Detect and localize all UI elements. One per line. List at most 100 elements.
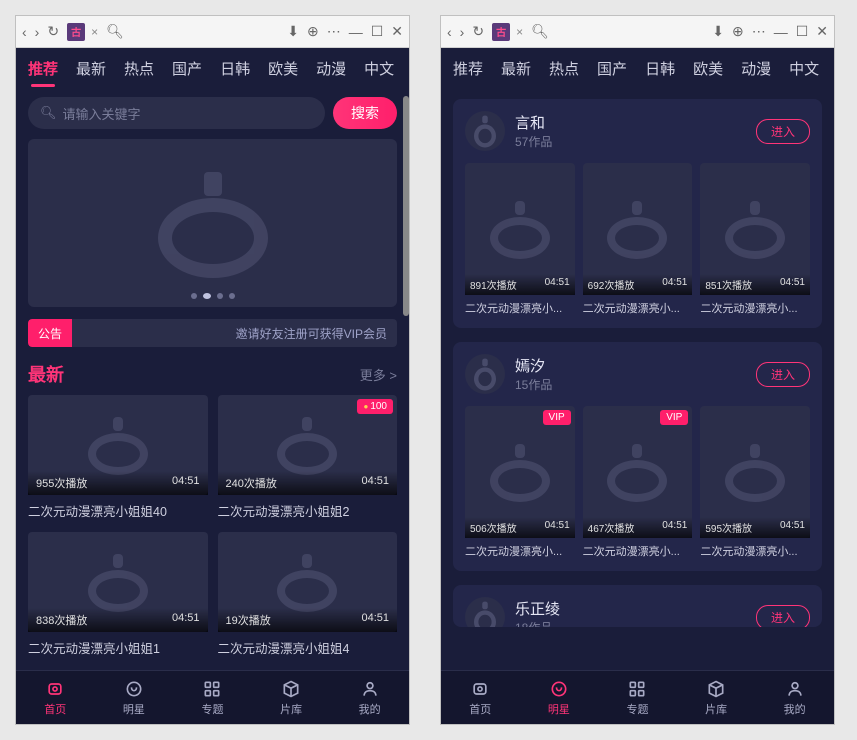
category-tab[interactable]: 欧美 <box>268 58 298 85</box>
user-icon <box>360 679 380 699</box>
category-tab[interactable]: 推荐 <box>453 58 483 85</box>
video-title: 二次元动漫漂亮小... <box>700 538 810 559</box>
box-icon <box>706 679 726 699</box>
nav-forward-icon[interactable]: › <box>35 24 40 40</box>
video-title: 二次元动漫漂亮小... <box>465 538 575 559</box>
video-card[interactable]: VIP 467次播放 04:51 二次元动漫漂亮小... <box>583 406 693 559</box>
category-tab[interactable]: 动漫 <box>316 58 346 85</box>
close-window-icon[interactable]: ✕ <box>391 23 403 40</box>
star-video-grid: 891次播放 04:51 二次元动漫漂亮小... 692次播放 04:51 <box>465 163 810 316</box>
nav-user[interactable]: 我的 <box>784 679 806 717</box>
tab-favicon: 古 <box>67 23 85 41</box>
nav-forward-icon[interactable]: › <box>460 24 465 40</box>
category-tab[interactable]: 国产 <box>172 58 202 85</box>
category-tab[interactable]: 日韩 <box>645 58 675 85</box>
category-tab[interactable]: 最新 <box>501 58 531 85</box>
minimize-icon[interactable]: — <box>774 24 788 40</box>
hero-carousel[interactable] <box>28 139 397 307</box>
close-tab-icon[interactable]: × <box>91 25 98 39</box>
search-button[interactable]: 搜索 <box>333 97 397 129</box>
thumb-meta: 506次播放 04:51 <box>465 517 575 538</box>
video-thumb: 891次播放 04:51 <box>465 163 575 295</box>
placeholder-logo-icon <box>474 601 496 628</box>
category-tab[interactable]: 热点 <box>124 58 154 85</box>
duration: 04:51 <box>545 520 570 535</box>
thumb-meta: 467次播放 04:51 <box>583 517 693 538</box>
download-icon[interactable]: ⬇ <box>712 23 724 40</box>
video-card[interactable]: 19次播放 04:51 二次元动漫漂亮小姐姐4 <box>218 532 398 659</box>
video-thumb: 595次播放 04:51 <box>700 406 810 538</box>
search-icon[interactable]: 🔍︎ <box>106 23 124 40</box>
video-thumb: 851次播放 04:51 <box>700 163 810 295</box>
video-card[interactable]: 891次播放 04:51 二次元动漫漂亮小... <box>465 163 575 316</box>
enter-button[interactable]: 进入 <box>756 605 810 628</box>
avatar[interactable] <box>465 597 505 627</box>
user-icon <box>785 679 805 699</box>
close-tab-icon[interactable]: × <box>516 25 523 39</box>
thumb-meta: 595次播放 04:51 <box>700 517 810 538</box>
search-icon[interactable]: 🔍︎ <box>531 23 549 40</box>
category-tab[interactable]: 推荐 <box>28 58 58 85</box>
nav-box[interactable]: 片库 <box>280 679 302 717</box>
placeholder-logo-icon <box>474 115 496 148</box>
category-tab[interactable]: 热点 <box>549 58 579 85</box>
category-tab[interactable]: 中文 <box>789 58 819 85</box>
star-works-count: 15作品 <box>515 376 746 393</box>
minimize-icon[interactable]: — <box>349 24 363 40</box>
duration: 04:51 <box>780 277 805 292</box>
video-card[interactable]: VIP 506次播放 04:51 二次元动漫漂亮小... <box>465 406 575 559</box>
refresh-icon[interactable]: ↻ <box>472 23 484 40</box>
more-icon[interactable]: ⋯ <box>752 23 766 40</box>
avatar[interactable] <box>465 111 505 151</box>
nav-home[interactable]: 首页 <box>469 679 491 717</box>
avatar[interactable] <box>465 354 505 394</box>
category-tab[interactable]: 日韩 <box>220 58 250 85</box>
category-tab[interactable]: 动漫 <box>741 58 771 85</box>
play-count: 240次播放 <box>226 475 277 491</box>
video-card[interactable]: 692次播放 04:51 二次元动漫漂亮小... <box>583 163 693 316</box>
category-tab[interactable]: 中文 <box>364 58 394 85</box>
video-title: 二次元动漫漂亮小... <box>700 295 810 316</box>
nav-grid[interactable]: 专题 <box>626 679 648 717</box>
nav-back-icon[interactable]: ‹ <box>22 24 27 40</box>
nav-star[interactable]: 明星 <box>123 679 145 717</box>
refresh-icon[interactable]: ↻ <box>47 23 59 40</box>
nav-user[interactable]: 我的 <box>359 679 381 717</box>
category-tab[interactable]: 欧美 <box>693 58 723 85</box>
placeholder-logo-icon <box>725 442 785 502</box>
search-input[interactable]: 🔍︎ 请输入关键字 <box>28 97 325 129</box>
maximize-icon[interactable]: ☐ <box>796 23 809 40</box>
maximize-icon[interactable]: ☐ <box>371 23 384 40</box>
video-card[interactable]: 851次播放 04:51 二次元动漫漂亮小... <box>700 163 810 316</box>
enter-button[interactable]: 进入 <box>756 119 810 144</box>
duration: 04:51 <box>662 520 687 535</box>
close-window-icon[interactable]: ✕ <box>816 23 828 40</box>
announcement-bar[interactable]: 公告 邀请好友注册可获得VIP会员 <box>28 319 397 347</box>
placeholder-logo-icon <box>158 168 268 278</box>
device-left: ‹ › ↻ 古 × 🔍︎ ⬇ ⊕ ⋯ — ☐ ✕ 推荐最新热点国产日韩欧美动漫中… <box>15 15 410 725</box>
thumb-meta: 955次播放 04:51 <box>28 471 208 495</box>
section-more-link[interactable]: 更多 > <box>360 365 397 384</box>
nav-back-icon[interactable]: ‹ <box>447 24 452 40</box>
nav-grid[interactable]: 专题 <box>201 679 223 717</box>
star-info: 乐正绫 18作品 <box>515 598 746 627</box>
nav-box[interactable]: 片库 <box>705 679 727 717</box>
globe-icon[interactable]: ⊕ <box>307 23 319 40</box>
download-icon[interactable]: ⬇ <box>287 23 299 40</box>
coin-badge: 100 <box>357 399 393 414</box>
video-card[interactable]: 955次播放 04:51 二次元动漫漂亮小姐姐40 <box>28 395 208 522</box>
globe-icon[interactable]: ⊕ <box>732 23 744 40</box>
category-tab[interactable]: 最新 <box>76 58 106 85</box>
placeholder-logo-icon <box>88 552 148 612</box>
category-tab[interactable]: 国产 <box>597 58 627 85</box>
enter-button[interactable]: 进入 <box>756 362 810 387</box>
video-card[interactable]: 838次播放 04:51 二次元动漫漂亮小姐姐1 <box>28 532 208 659</box>
more-icon[interactable]: ⋯ <box>327 23 341 40</box>
scrollbar[interactable] <box>403 96 409 316</box>
nav-home[interactable]: 首页 <box>44 679 66 717</box>
video-card[interactable]: 595次播放 04:51 二次元动漫漂亮小... <box>700 406 810 559</box>
video-card[interactable]: 100 240次播放 04:51 二次元动漫漂亮小姐姐2 <box>218 395 398 522</box>
nav-label: 首页 <box>469 701 491 717</box>
nav-star[interactable]: 明星 <box>548 679 570 717</box>
thumb-meta: 692次播放 04:51 <box>583 274 693 295</box>
